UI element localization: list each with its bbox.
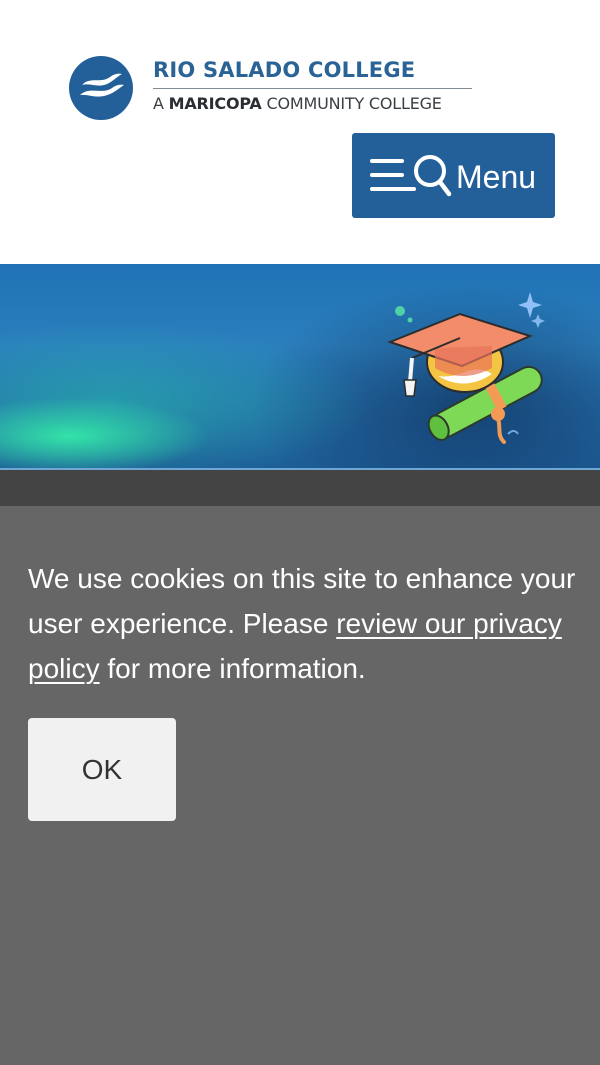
college-logo-link[interactable]: RIO SALADO COLLEGE A MARICOPA COMMUNITY …: [68, 55, 478, 121]
graduation-cap-diploma-illustration: [387, 292, 545, 444]
menu-button[interactable]: Menu: [352, 133, 555, 218]
dark-band: [0, 470, 600, 506]
menu-search-icon: [370, 155, 452, 197]
affiliation-prefix: A: [153, 94, 169, 113]
cookie-message: We use cookies on this site to enhance y…: [28, 556, 578, 691]
menu-button-label: Menu: [456, 159, 537, 195]
hero-banner: [0, 264, 600, 470]
cookie-ok-button[interactable]: OK: [28, 718, 176, 821]
logo-divider: [153, 88, 472, 89]
wave-mark-icon: [69, 56, 133, 120]
cookie-consent-banner: We use cookies on this site to enhance y…: [0, 506, 600, 1065]
page: RIO SALADO COLLEGE A MARICOPA COMMUNITY …: [0, 0, 600, 1065]
affiliation-rest: COMMUNITY COLLEGE: [261, 94, 442, 113]
cookie-message-end: for more information.: [99, 653, 366, 684]
site-header: RIO SALADO COLLEGE A MARICOPA COMMUNITY …: [0, 0, 600, 264]
college-affiliation: A MARICOPA COMMUNITY COLLEGE: [153, 94, 442, 113]
affiliation-strong: MARICOPA: [168, 94, 262, 113]
college-name: RIO SALADO COLLEGE: [153, 58, 416, 82]
